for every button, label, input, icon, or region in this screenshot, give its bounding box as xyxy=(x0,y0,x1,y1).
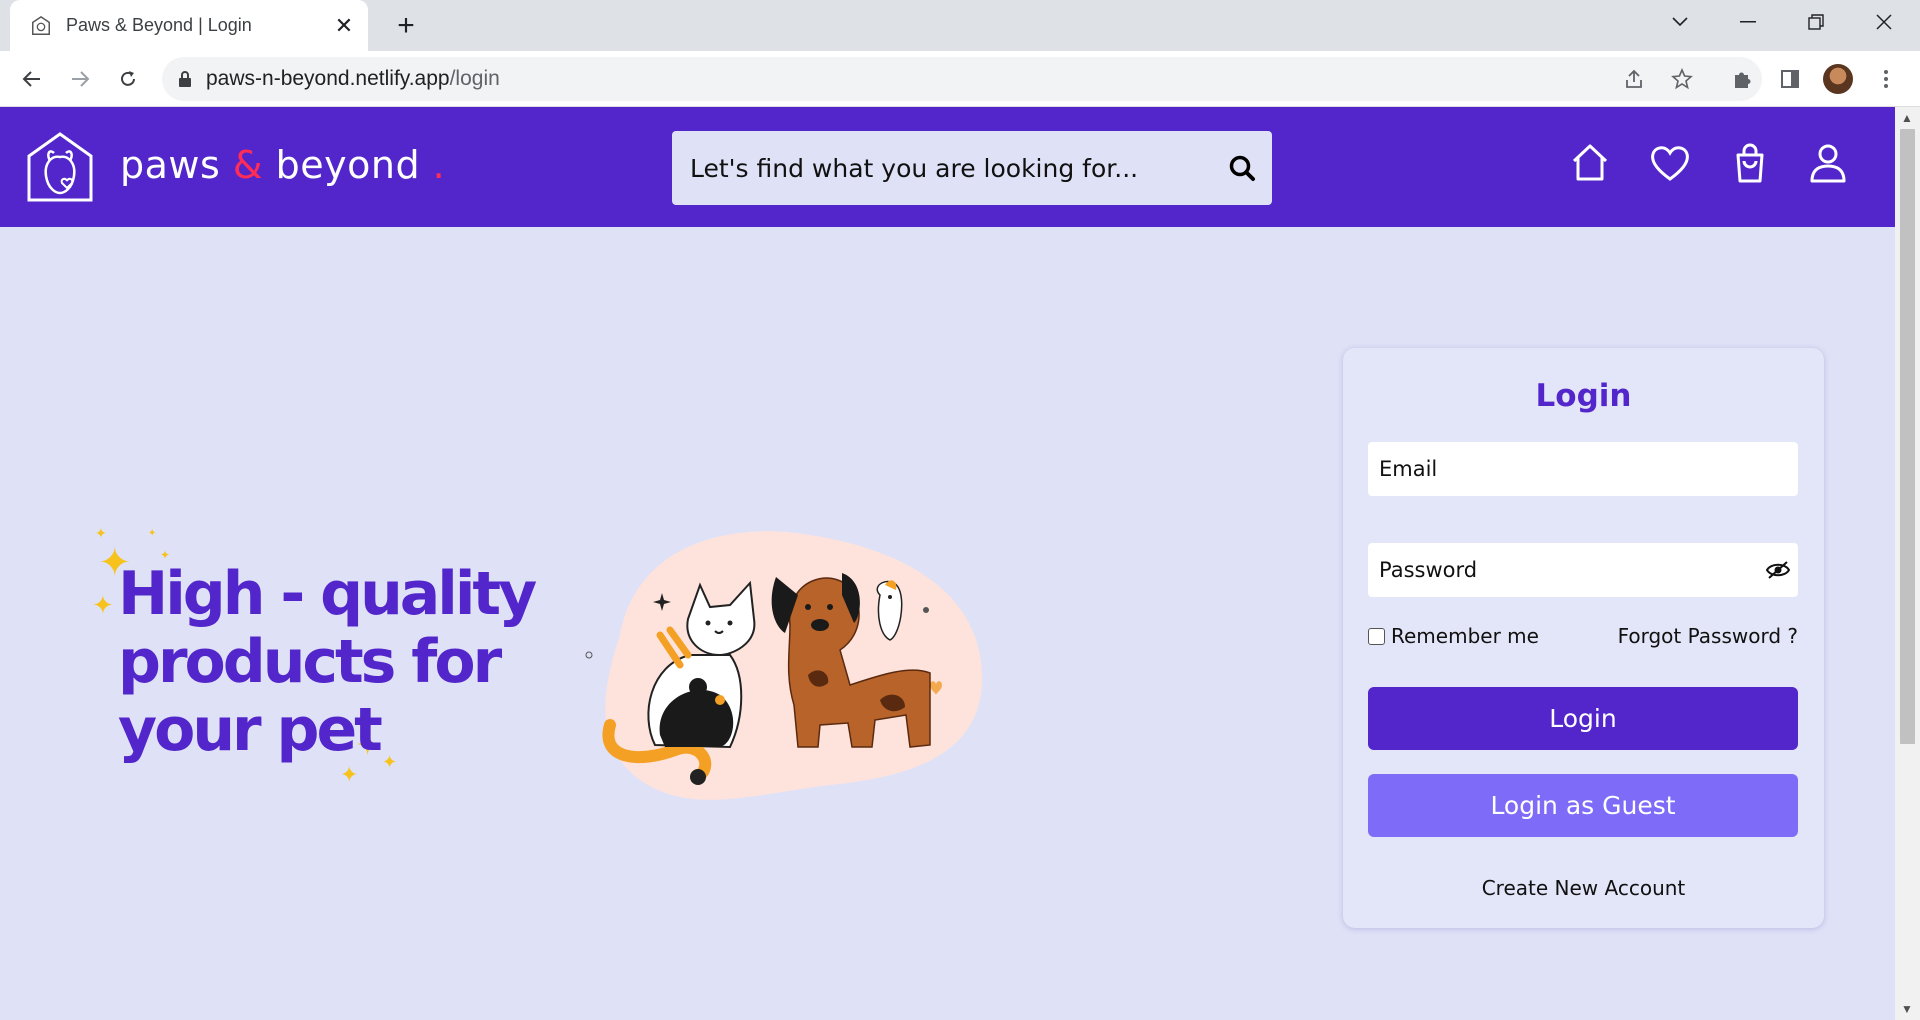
home-icon[interactable] xyxy=(1568,141,1612,185)
brand-name[interactable]: paws & beyond . xyxy=(120,143,445,187)
pets-illustration xyxy=(585,531,983,800)
heart-icon[interactable] xyxy=(1648,141,1692,185)
tab-close-icon[interactable]: ✕ xyxy=(326,8,362,44)
remember-me-checkbox[interactable] xyxy=(1368,627,1385,645)
password-field-wrapper xyxy=(1368,543,1798,597)
email-field-wrapper xyxy=(1368,442,1798,496)
remember-me-label: Remember me xyxy=(1391,624,1539,648)
user-icon[interactable] xyxy=(1806,141,1850,185)
restore-button[interactable] xyxy=(1782,0,1850,44)
create-account-link[interactable]: Create New Account xyxy=(1343,876,1824,900)
hero-headline: High - quality products for your pet xyxy=(118,560,538,764)
minimize-button[interactable] xyxy=(1714,0,1782,44)
reload-button[interactable] xyxy=(108,59,148,99)
password-field[interactable] xyxy=(1379,558,1758,582)
search-icon[interactable] xyxy=(1212,154,1272,182)
tab-title: Paws & Beyond | Login xyxy=(66,15,252,35)
search-input[interactable] xyxy=(690,153,1212,183)
scrollbar-thumb[interactable] xyxy=(1900,129,1915,744)
forward-button[interactable] xyxy=(60,59,100,99)
profile-avatar[interactable] xyxy=(1820,61,1856,97)
hero-line: High - quality xyxy=(118,559,537,629)
share-icon[interactable] xyxy=(1616,61,1652,97)
tab-search-icon[interactable] xyxy=(1646,0,1714,44)
hero-line: products for xyxy=(118,627,502,697)
bookmark-star-icon[interactable] xyxy=(1664,61,1700,97)
forgot-password-link[interactable]: Forgot Password ? xyxy=(1618,624,1798,648)
hero-line: your pet xyxy=(118,695,383,765)
shopping-bag-icon[interactable] xyxy=(1728,141,1772,185)
browser-menu-icon[interactable] xyxy=(1868,61,1904,97)
browser-tab-strip: Paws & Beyond | Login ✕ + xyxy=(0,0,1920,51)
search-bar xyxy=(672,131,1272,205)
login-options-row: Remember me Forgot Password ? xyxy=(1368,624,1798,648)
email-field[interactable] xyxy=(1379,457,1798,481)
site-favicon-icon xyxy=(32,15,50,35)
remember-me[interactable]: Remember me xyxy=(1368,624,1539,648)
paws-logo-icon[interactable] xyxy=(26,131,94,203)
browser-toolbar: paws-n-beyond.netlify.app/login xyxy=(0,51,1920,107)
page-scrollbar[interactable]: ▲ ▼ xyxy=(1895,107,1920,1020)
sparkle-icon: ✦ xyxy=(92,590,114,620)
url-text: paws-n-beyond.netlify.app/login xyxy=(206,67,500,90)
sparkle-icon: ✦ xyxy=(340,762,359,787)
lock-icon xyxy=(179,71,191,87)
browser-tab[interactable]: Paws & Beyond | Login ✕ xyxy=(10,0,368,51)
address-bar[interactable]: paws-n-beyond.netlify.app/login xyxy=(162,57,1762,101)
back-button[interactable] xyxy=(12,59,52,99)
site-header: paws & beyond . xyxy=(0,107,1895,227)
login-card: Login Remember me Forgot Password ? Logi… xyxy=(1343,348,1824,928)
scroll-up-arrow-icon[interactable]: ▲ xyxy=(1901,111,1913,125)
login-title: Login xyxy=(1535,378,1632,414)
new-tab-button[interactable]: + xyxy=(388,8,424,44)
close-window-button[interactable] xyxy=(1850,0,1918,44)
eye-slash-icon[interactable] xyxy=(1758,560,1798,580)
side-panel-icon[interactable] xyxy=(1772,61,1808,97)
extensions-icon[interactable] xyxy=(1724,61,1760,97)
scroll-down-arrow-icon[interactable]: ▼ xyxy=(1901,1002,1913,1016)
login-as-guest-button[interactable]: Login as Guest xyxy=(1368,774,1798,837)
sparkle-icon: ✦ xyxy=(148,528,157,539)
login-button[interactable]: Login xyxy=(1368,687,1798,750)
